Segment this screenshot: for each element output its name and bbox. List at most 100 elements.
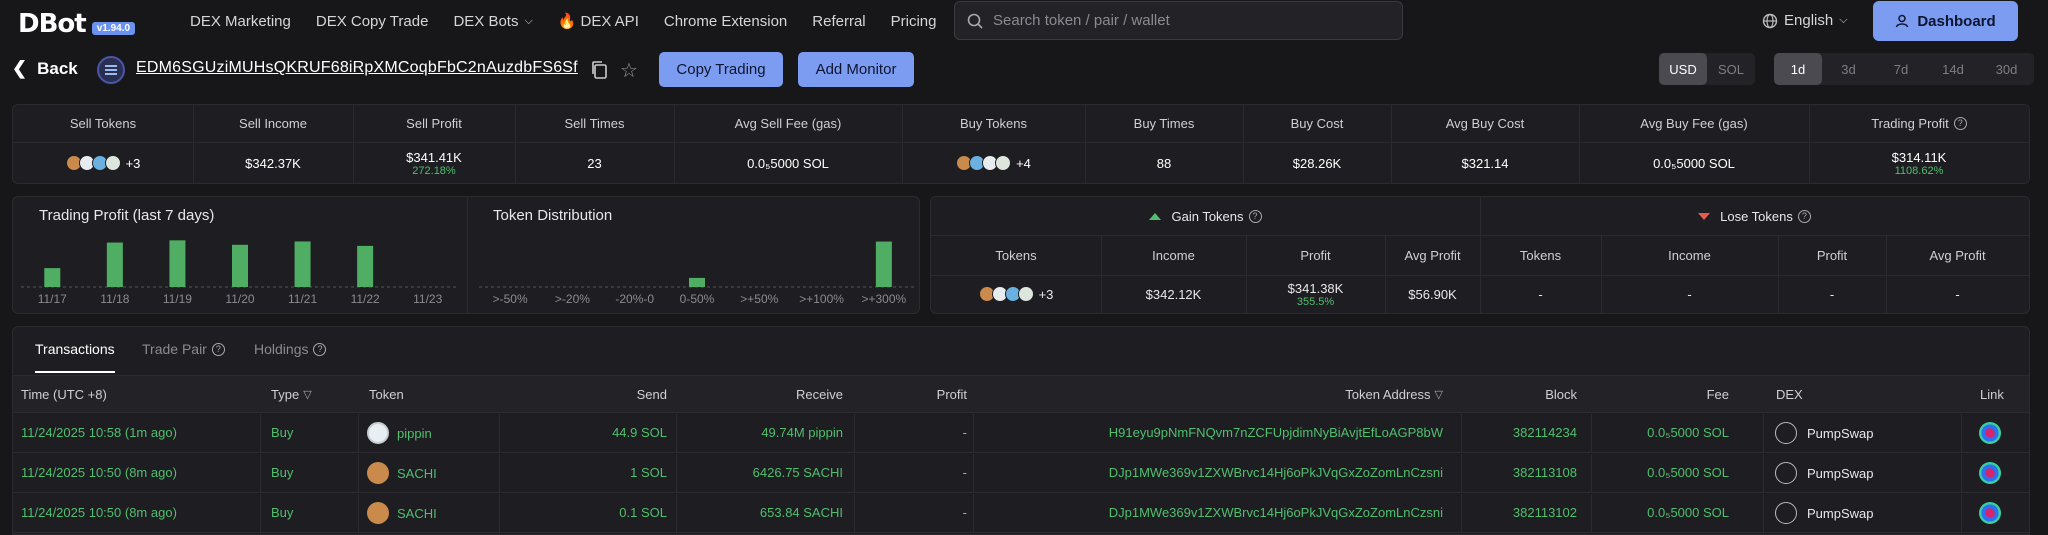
nav-item-dex-bots[interactable]: DEX Bots ⌵ bbox=[453, 12, 532, 30]
profit-chart-bar[interactable] bbox=[44, 268, 61, 287]
dashboard-button[interactable]: Dashboard bbox=[1873, 1, 2018, 41]
profit-chart-bar[interactable] bbox=[106, 242, 123, 287]
token-icon bbox=[367, 462, 389, 484]
profit-chart-tick-label: 11/19 bbox=[163, 292, 192, 306]
lose-title: Lose Tokens bbox=[1720, 208, 1793, 224]
tab-holdings[interactable]: Holdings? bbox=[254, 341, 327, 357]
gain-profit-pct: 355.5% bbox=[1296, 295, 1335, 308]
nav-item-dex-copy-trade[interactable]: DEX Copy Trade bbox=[316, 12, 429, 30]
nav-item-pricing[interactable]: Pricing bbox=[891, 12, 937, 30]
tx-block[interactable]: 382114234 bbox=[1453, 425, 1577, 440]
buy-tokens[interactable]: +4 bbox=[902, 143, 1085, 183]
profit-chart-tick-label: 11/20 bbox=[225, 292, 254, 306]
help-icon[interactable]: ? bbox=[1797, 209, 1811, 223]
sell-income: $342.37K bbox=[245, 155, 301, 171]
period-1d[interactable]: 1d bbox=[1774, 53, 1822, 85]
tx-link[interactable] bbox=[1979, 502, 2001, 524]
search-box[interactable] bbox=[954, 1, 1403, 40]
tx-token[interactable]: pippin bbox=[367, 422, 432, 444]
gain-tokens[interactable]: +3 bbox=[931, 275, 1101, 313]
token-icon bbox=[367, 422, 389, 444]
tx-header-label: Token Address bbox=[1345, 387, 1431, 402]
logo[interactable]: DBot v1.94.0 bbox=[18, 9, 136, 39]
tx-block[interactable]: 382113102 bbox=[1453, 505, 1577, 520]
nav-item-chrome-extension[interactable]: Chrome Extension bbox=[664, 12, 787, 30]
period-30d[interactable]: 30d bbox=[1979, 53, 2034, 85]
wallet-address[interactable]: EDM6SGUziMUHsQKRUF68iRpXMCoqbFbC2nAuzdbF… bbox=[136, 59, 578, 77]
nav-item-referral[interactable]: Referral bbox=[812, 12, 865, 30]
stat-header-label: Trading Profit bbox=[1871, 115, 1949, 131]
period-7d[interactable]: 7d bbox=[1875, 53, 1927, 85]
tx-token-address[interactable]: DJp1MWe369v1ZXWBrvc14Hj6oPkJVqGxZoZomLnC… bbox=[973, 505, 1443, 520]
lose-avg-profit: - bbox=[1955, 286, 1960, 302]
tx-header-type[interactable]: Type ▽ bbox=[271, 387, 312, 402]
filter-icon[interactable]: ▽ bbox=[303, 388, 311, 401]
tx-dex-name: PumpSwap bbox=[1807, 505, 1874, 521]
help-icon[interactable]: ? bbox=[313, 342, 327, 356]
profit-chart-bar[interactable] bbox=[232, 244, 248, 287]
trading-profit-value: $314.11K bbox=[1891, 149, 1947, 165]
period-3d[interactable]: 3d bbox=[1822, 53, 1875, 85]
help-icon[interactable]: ? bbox=[1248, 209, 1262, 223]
star-icon[interactable]: ☆ bbox=[620, 58, 638, 83]
sell-tokens[interactable]: +3 bbox=[13, 143, 193, 183]
table-row[interactable]: 11/24/2025 10:50 (8m ago) Buy SACHI 1 SOL 64… bbox=[13, 454, 2029, 493]
tab-label: Holdings bbox=[254, 341, 309, 357]
nav-item-dex-api[interactable]: 🔥 DEX API bbox=[557, 12, 639, 31]
avg-buy-cost: $321.14 bbox=[1461, 155, 1509, 171]
triangle-up-icon bbox=[1149, 212, 1162, 220]
tx-token-name: SACHI bbox=[397, 505, 437, 521]
profit-chart-bar[interactable] bbox=[357, 245, 374, 287]
tx-dex: PumpSwap bbox=[1775, 502, 1873, 524]
gl-header: Income bbox=[1668, 247, 1711, 263]
nav-label: DEX Copy Trade bbox=[315, 12, 429, 30]
tx-token-address[interactable]: DJp1MWe369v1ZXWBrvc14Hj6oPkJVqGxZoZomLnC… bbox=[973, 465, 1443, 480]
add-monitor-button[interactable]: Add Monitor bbox=[798, 52, 914, 87]
tx-header-token-address[interactable]: Token Address ▽ bbox=[973, 387, 1443, 402]
tx-time-value: 11/24/2025 10:50 bbox=[21, 465, 122, 480]
search-input[interactable] bbox=[993, 12, 1373, 29]
distribution-chart-bar[interactable] bbox=[875, 241, 892, 287]
tx-time-value: 11/24/2025 10:50 bbox=[21, 505, 122, 520]
back-button[interactable]: ❮ Back bbox=[12, 58, 78, 79]
tab-trade-pair[interactable]: Trade Pair? bbox=[142, 341, 225, 357]
transactions-panel: Transactions Trade Pair? Holdings? Time … bbox=[12, 326, 2030, 535]
tab-bar: Transactions Trade Pair? Holdings? bbox=[13, 327, 2029, 375]
tx-header-block: Block bbox=[1545, 387, 1577, 402]
filter-icon[interactable]: ▽ bbox=[1435, 388, 1443, 401]
nav-item-dex-marketing[interactable]: DEX Marketing bbox=[190, 12, 291, 30]
help-icon[interactable]: ? bbox=[1953, 116, 1967, 130]
tx-token[interactable]: SACHI bbox=[367, 502, 437, 524]
tx-link[interactable] bbox=[1979, 422, 2001, 444]
period-14d[interactable]: 14d bbox=[1927, 53, 1979, 85]
profit-chart-bar[interactable] bbox=[294, 241, 311, 287]
currency-sol[interactable]: SOL bbox=[1707, 53, 1755, 85]
charts-panel: Trading Profit (last 7 days) Token Distr… bbox=[12, 196, 920, 314]
table-row[interactable]: 11/24/2025 10:58 (1m ago) Buy pippin 44.9 S… bbox=[13, 414, 2029, 453]
gain-profit: $341.38K 355.5% bbox=[1246, 275, 1385, 313]
table-row[interactable]: 11/24/2025 10:50 (8m ago) Buy SACHI 0.1 SOL… bbox=[13, 494, 2029, 533]
tx-header-time: Time (UTC +8) bbox=[21, 387, 107, 402]
tx-time: 11/24/2025 10:58 (1m ago) bbox=[21, 425, 177, 440]
profit-chart-bar[interactable] bbox=[169, 240, 186, 287]
tx-token[interactable]: SACHI bbox=[367, 462, 437, 484]
nav-label: Referral bbox=[812, 12, 866, 30]
tx-block[interactable]: 382113108 bbox=[1453, 465, 1577, 480]
fire-icon: 🔥 bbox=[557, 13, 577, 30]
tx-header-row: Time (UTC +8) Type ▽ Token Send Receive P… bbox=[13, 375, 2029, 413]
profit-chart-tick-label: 11/18 bbox=[100, 292, 129, 306]
gl-header: Avg Profit bbox=[1404, 247, 1461, 263]
tx-token-address[interactable]: H91eyu9pNmFNQvm7nZCFUpjdimNyBiAvjtEfLoAG… bbox=[973, 425, 1443, 440]
distribution-chart-bar[interactable] bbox=[689, 277, 705, 287]
help-icon[interactable]: ? bbox=[211, 342, 225, 356]
tx-link[interactable] bbox=[1979, 462, 2001, 484]
language-select[interactable]: English ⌵ bbox=[1762, 12, 1848, 29]
currency-usd[interactable]: USD bbox=[1659, 53, 1707, 85]
tx-dex: PumpSwap bbox=[1775, 422, 1873, 444]
copy-icon[interactable] bbox=[590, 60, 608, 80]
chevron-down-icon: ⌵ bbox=[524, 14, 533, 27]
tab-transactions[interactable]: Transactions bbox=[35, 341, 115, 357]
copy-trading-button[interactable]: Copy Trading bbox=[659, 52, 783, 87]
trading-profit-pct: 1108.62% bbox=[1894, 164, 1944, 177]
stat-header-trading-profit: Trading Profit? bbox=[1809, 105, 2029, 141]
